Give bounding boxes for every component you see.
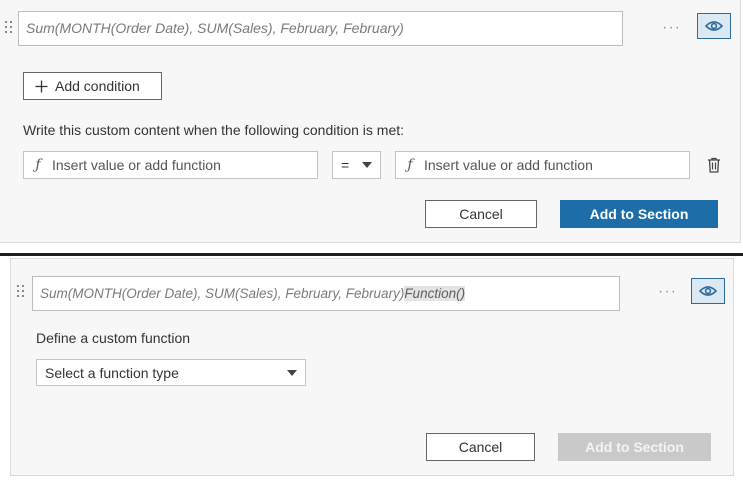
function-icon[interactable]: ƒ (396, 157, 424, 173)
operator-value: = (341, 157, 350, 173)
more-options-icon[interactable]: ··· (662, 20, 681, 36)
function-type-value: Select a function type (45, 364, 179, 381)
preview-toggle-button[interactable] (697, 13, 731, 39)
trash-icon (708, 157, 720, 173)
formula-text: Sum(MONTH(Order Date), SUM(Sales), Febru… (26, 20, 404, 36)
eye-icon (699, 286, 717, 296)
formula-field[interactable]: Sum(MONTH(Order Date), SUM(Sales), Febru… (18, 11, 623, 46)
left-value-placeholder: Insert value or add function (52, 157, 221, 173)
plus-icon (35, 80, 48, 92)
divider (0, 253, 743, 256)
drag-handle-icon[interactable] (17, 285, 25, 298)
add-to-section-button[interactable]: Add to Section (560, 200, 718, 228)
eye-icon (705, 21, 723, 31)
condition-panel: Sum(MONTH(Order Date), SUM(Sales), Febru… (0, 0, 741, 243)
function-icon[interactable]: ƒ (24, 157, 52, 173)
drag-handle-icon[interactable] (5, 21, 13, 34)
delete-condition-button[interactable] (707, 157, 721, 178)
caret-down-icon (362, 162, 372, 168)
caret-down-icon (287, 369, 297, 376)
left-value-input[interactable]: ƒ Insert value or add function (23, 151, 318, 179)
preview-toggle-button[interactable] (691, 278, 725, 304)
function-placeholder[interactable]: Function() (404, 286, 466, 301)
right-value-placeholder: Insert value or add function (424, 157, 593, 173)
operator-select[interactable]: = (332, 151, 381, 179)
cancel-button[interactable]: Cancel (426, 433, 535, 461)
define-function-label: Define a custom function (36, 330, 191, 346)
formula-text: Sum(MONTH(Order Date), SUM(Sales), Febru… (40, 286, 405, 301)
custom-function-panel: Sum(MONTH(Order Date), SUM(Sales), Febru… (10, 258, 734, 476)
right-value-input[interactable]: ƒ Insert value or add function (395, 151, 690, 179)
formula-field[interactable]: Sum(MONTH(Order Date), SUM(Sales), Febru… (32, 276, 620, 311)
more-options-icon[interactable]: ··· (658, 284, 677, 300)
cancel-button[interactable]: Cancel (425, 200, 537, 228)
condition-prompt: Write this custom content when the follo… (23, 122, 405, 138)
function-type-select[interactable]: Select a function type (36, 359, 306, 386)
add-to-section-button: Add to Section (558, 433, 711, 461)
add-condition-label: Add condition (55, 78, 140, 94)
add-condition-button[interactable]: Add condition (23, 72, 162, 100)
